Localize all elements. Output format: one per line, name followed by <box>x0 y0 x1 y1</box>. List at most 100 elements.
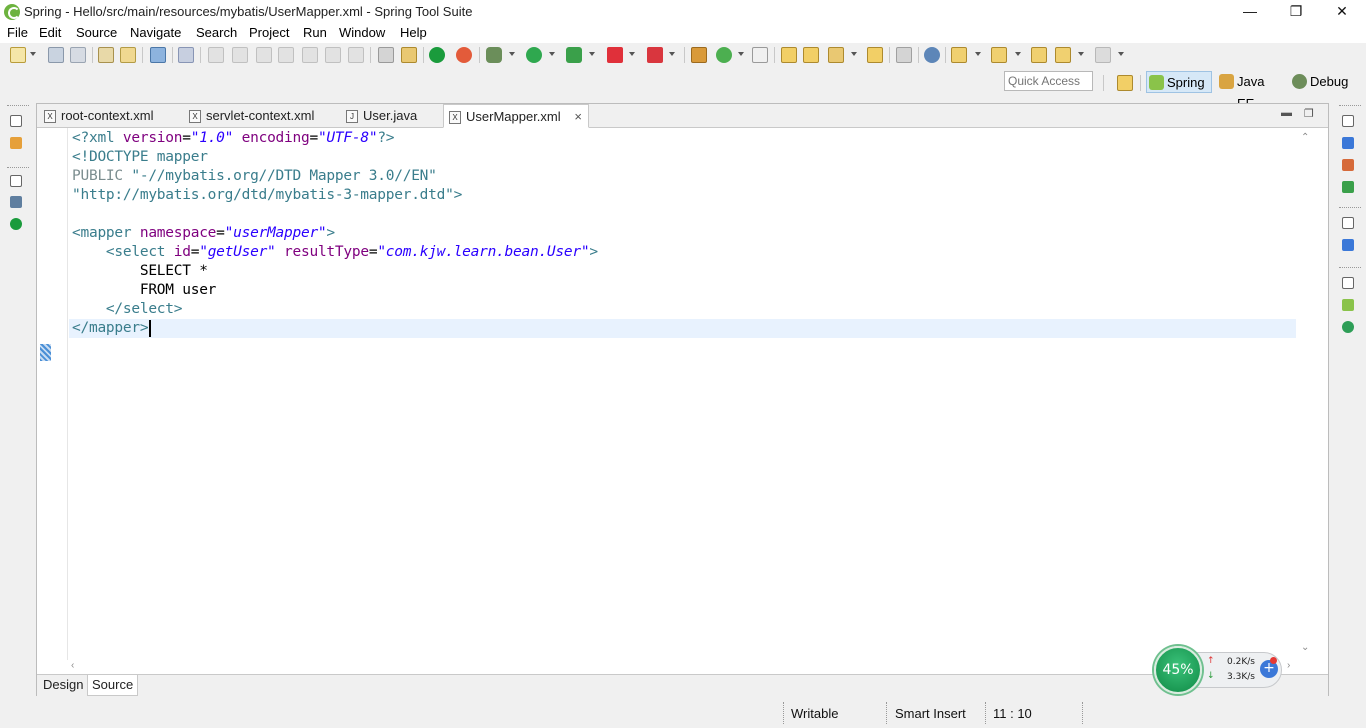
skip-breakpoints-icon[interactable] <box>178 47 194 63</box>
tab-servlet-context[interactable]: X servlet-context.xml <box>184 104 336 128</box>
menu-window[interactable]: Window <box>339 25 385 40</box>
open-task-icon[interactable] <box>867 47 883 63</box>
external-tools-icon[interactable] <box>647 47 663 63</box>
perspective-spring[interactable]: Spring <box>1146 71 1212 93</box>
toggle-mark-icon[interactable] <box>896 47 912 63</box>
tab-design[interactable]: Design <box>39 675 87 696</box>
scroll-down-icon[interactable]: ⌄ <box>1301 642 1309 653</box>
new-class-icon[interactable] <box>716 47 732 63</box>
scroll-left-icon[interactable]: ‹ <box>71 660 74 671</box>
use-step-filters-icon[interactable] <box>378 47 394 63</box>
next-annotation-icon[interactable] <box>951 47 967 63</box>
spring-explorer-icon[interactable] <box>1342 159 1354 171</box>
tab-source[interactable]: Source <box>87 675 139 696</box>
build-icon[interactable] <box>98 47 114 63</box>
menu-source[interactable]: Source <box>76 25 117 40</box>
forward-dropdown-icon[interactable] <box>1118 52 1124 56</box>
step-return-icon[interactable] <box>348 47 364 63</box>
debug-dropdown-icon[interactable] <box>509 52 515 56</box>
menu-search[interactable]: Search <box>196 25 237 40</box>
restore-view-icon[interactable] <box>1342 115 1354 127</box>
tab-user-java[interactable]: J User.java <box>341 104 439 128</box>
close-icon[interactable]: ✕ <box>1319 0 1365 24</box>
minimize-icon[interactable]: — <box>1227 0 1273 24</box>
suspend-icon[interactable] <box>232 47 248 63</box>
window-title: Spring - Hello/src/main/resources/mybati… <box>24 4 473 19</box>
spring-boot-dashboard-icon[interactable] <box>456 47 472 63</box>
scroll-right-icon[interactable]: › <box>1287 660 1290 671</box>
new-icon[interactable] <box>10 47 26 63</box>
open-resource-dropdown-icon[interactable] <box>851 52 857 56</box>
new-file-icon[interactable] <box>752 47 768 63</box>
package-explorer-icon[interactable] <box>10 137 22 149</box>
menu-run[interactable]: Run <box>303 25 327 40</box>
console-icon[interactable] <box>150 47 166 63</box>
minimize-editor-icon[interactable]: ▬ <box>1281 107 1292 119</box>
stop-server-icon[interactable] <box>607 47 623 63</box>
power-icon[interactable] <box>429 47 445 63</box>
save-all-icon[interactable] <box>70 47 86 63</box>
horizontal-scrollbar[interactable]: ‹ › <box>69 660 1296 674</box>
restore-view-icon[interactable] <box>1342 217 1354 229</box>
previous-annotation-icon[interactable] <box>991 47 1007 63</box>
new-dropdown-icon[interactable] <box>30 52 36 56</box>
perspective-debug[interactable]: Debug <box>1290 71 1356 93</box>
quick-access-input[interactable] <box>1004 71 1093 91</box>
restore-view-icon[interactable] <box>10 115 22 127</box>
new-java-project-icon[interactable] <box>691 47 707 63</box>
last-edit-location-icon[interactable] <box>1031 47 1047 63</box>
debug-icon[interactable] <box>486 47 502 63</box>
tab-usermapper-xml[interactable]: X UserMapper.xml × <box>443 104 589 128</box>
forward-icon[interactable] <box>1095 47 1111 63</box>
run-server-icon[interactable] <box>566 47 582 63</box>
menu-help[interactable]: Help <box>400 25 427 40</box>
tab-root-context[interactable]: X root-context.xml <box>39 104 179 128</box>
spring-boot-power-icon[interactable] <box>10 218 22 230</box>
menu-project[interactable]: Project <box>249 25 289 40</box>
drop-to-frame-icon[interactable] <box>401 47 417 63</box>
perspective-java-ee[interactable]: Java EE <box>1217 71 1283 111</box>
structure-icon[interactable] <box>1342 239 1354 251</box>
save-icon[interactable] <box>48 47 64 63</box>
back-dropdown-icon[interactable] <box>1078 52 1084 56</box>
disconnect-icon[interactable] <box>278 47 294 63</box>
new-class-dropdown-icon[interactable] <box>738 52 744 56</box>
vertical-scrollbar[interactable]: ⌃ ⌄ <box>1298 128 1314 660</box>
menu-navigate[interactable]: Navigate <box>130 25 181 40</box>
open-project-icon[interactable] <box>781 47 797 63</box>
outline-icon[interactable] <box>1342 181 1354 193</box>
step-into-icon[interactable] <box>302 47 318 63</box>
run-server-dropdown-icon[interactable] <box>589 52 595 56</box>
restore-view-icon[interactable] <box>10 175 22 187</box>
restore-view-icon[interactable] <box>1342 277 1354 289</box>
open-perspective-icon[interactable] <box>1117 75 1133 91</box>
scroll-up-icon[interactable]: ⌃ <box>1301 132 1309 143</box>
task-list-icon[interactable] <box>1342 137 1354 149</box>
editor-gutter[interactable] <box>37 128 68 660</box>
next-annotation-dropdown-icon[interactable] <box>975 52 981 56</box>
servers-icon[interactable] <box>10 196 22 208</box>
external-tools-dropdown-icon[interactable] <box>669 52 675 56</box>
open-folder-icon[interactable] <box>803 47 819 63</box>
menu-file[interactable]: File <box>7 25 28 40</box>
open-resource-icon[interactable] <box>828 47 844 63</box>
open-type-icon[interactable] <box>120 47 136 63</box>
resume-icon[interactable] <box>208 47 224 63</box>
terminate-icon[interactable] <box>256 47 272 63</box>
back-icon[interactable] <box>1055 47 1071 63</box>
stop-dropdown-icon[interactable] <box>629 52 635 56</box>
run-dropdown-icon[interactable] <box>549 52 555 56</box>
restore-icon[interactable]: ❐ <box>1273 0 1319 24</box>
boot-dashboard-icon[interactable] <box>1342 321 1354 333</box>
previous-annotation-dropdown-icon[interactable] <box>1015 52 1021 56</box>
network-monitor-widget[interactable]: ↑ 0.2K/s ↓ 3.3K/s 45% + <box>1154 646 1284 694</box>
code-editor[interactable]: <?xml version="1.0" encoding="UTF-8"?> <… <box>69 128 1296 660</box>
close-tab-icon[interactable]: × <box>574 105 582 129</box>
memory-usage-gauge[interactable]: 45% <box>1154 646 1202 694</box>
spring-leaf-icon[interactable] <box>1342 299 1354 311</box>
globe-icon[interactable] <box>924 47 940 63</box>
step-over-icon[interactable] <box>325 47 341 63</box>
maximize-editor-icon[interactable]: ❐ <box>1304 107 1314 120</box>
run-icon[interactable] <box>526 47 542 63</box>
menu-edit[interactable]: Edit <box>39 25 61 40</box>
